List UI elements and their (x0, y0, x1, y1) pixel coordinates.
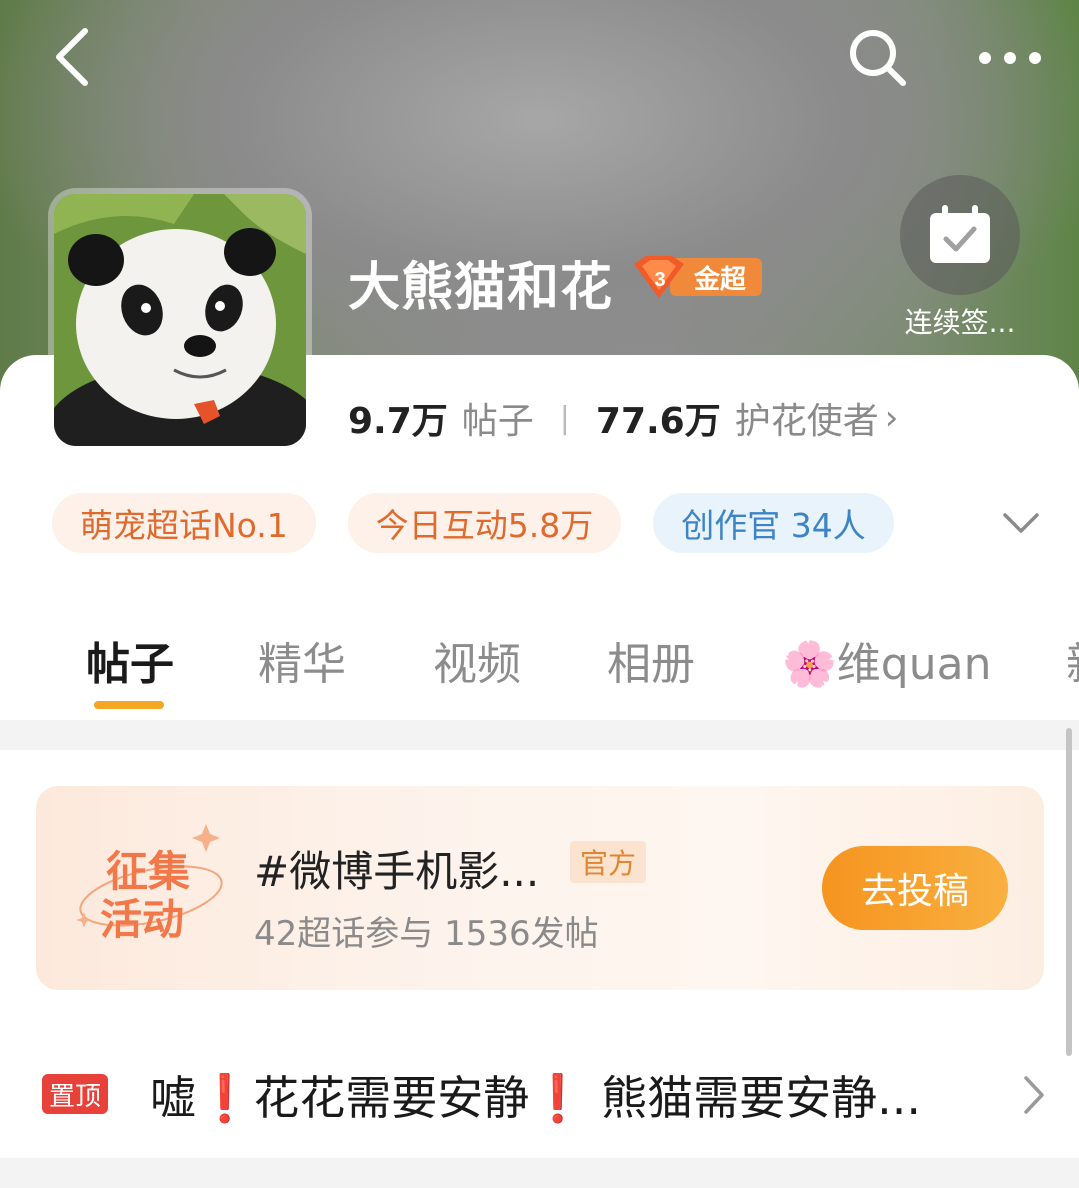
submit-button[interactable]: 去投稿 (822, 846, 1008, 930)
official-badge: 官方 (570, 841, 647, 883)
search-button[interactable] (842, 22, 914, 94)
chevron-down-icon (1003, 513, 1039, 533)
promo-title: #微博手机影... (254, 847, 540, 896)
avatar[interactable] (48, 188, 312, 452)
back-button[interactable] (36, 22, 106, 92)
tab-videos[interactable]: 视频 (433, 628, 521, 692)
level-badge[interactable]: 金超 3 (630, 254, 764, 300)
pinned-badge: 置顶 (42, 1074, 108, 1114)
tab-new[interactable]: 新 (1066, 628, 1079, 692)
sakura-icon: 🌸 (782, 639, 837, 690)
page-title: 大熊猫和花 (348, 258, 614, 318)
search-icon (850, 30, 906, 86)
calendar-check-icon (930, 205, 990, 263)
tag-creators[interactable]: 创作官 34人 (653, 493, 894, 553)
back-icon (56, 28, 88, 86)
stats-row: 9.7万 帖子 | 77.6万 护花使者 › (348, 392, 898, 444)
more-button[interactable] (970, 22, 1050, 94)
checkin-button[interactable]: 连续签... (895, 175, 1025, 341)
more-icon (979, 52, 1041, 64)
svg-text:活动: 活动 (100, 895, 184, 944)
followers-label: 护花使者 (734, 401, 879, 442)
posts-count: 9.7万 (348, 401, 448, 442)
followers-link[interactable]: 77.6万 护花使者 › (596, 392, 898, 444)
active-tab-indicator (94, 701, 164, 709)
tab-rights[interactable]: 🌸维quan (782, 628, 991, 692)
pinned-post[interactable]: 置顶 嘘❗花花需要安静❗ 熊猫需要安静... (0, 1040, 1079, 1150)
tab-posts[interactable]: 帖子 (86, 628, 174, 692)
checkin-label: 连续签... (904, 306, 1016, 339)
gem-icon: 3 (634, 256, 684, 298)
svg-text:征集: 征集 (106, 847, 190, 896)
checkin-circle (900, 175, 1020, 295)
pinned-text: 嘘❗花花需要安静❗ 熊猫需要安静... (150, 1071, 922, 1125)
chevron-right-icon: › (884, 398, 899, 438)
stats-separator: | (559, 400, 570, 436)
promo-banner[interactable]: 征集 活动 #微博手机影... 官方 42超话参与 1536发帖 去投稿 (36, 786, 1044, 990)
tab-albums[interactable]: 相册 (607, 628, 695, 692)
tab-featured[interactable]: 精华 (258, 628, 346, 692)
avatar-image (54, 194, 306, 446)
promo-subtitle: 42超话参与 1536发帖 (254, 914, 599, 954)
event-icon: 征集 活动 (76, 816, 226, 956)
scrollbar[interactable] (1066, 728, 1072, 1056)
tab-rights-label: 维quan (836, 639, 992, 690)
tag-ranking[interactable]: 萌宠超话No.1 (52, 493, 316, 553)
pinned-chevron (1014, 1070, 1054, 1120)
panda-illustration (54, 194, 306, 446)
posts-label: 帖子 (461, 401, 534, 442)
section-divider-bottom (0, 1158, 1079, 1188)
section-divider (0, 720, 1079, 750)
tag-list: 萌宠超话No.1 今日互动5.8万 创作官 34人 (52, 493, 894, 553)
tag-interaction[interactable]: 今日互动5.8万 (347, 493, 622, 553)
tags-expand-button[interactable] (994, 496, 1048, 550)
chevron-right-icon (1024, 1076, 1044, 1114)
followers-count: 77.6万 (595, 401, 721, 442)
svg-text:3: 3 (654, 269, 665, 291)
